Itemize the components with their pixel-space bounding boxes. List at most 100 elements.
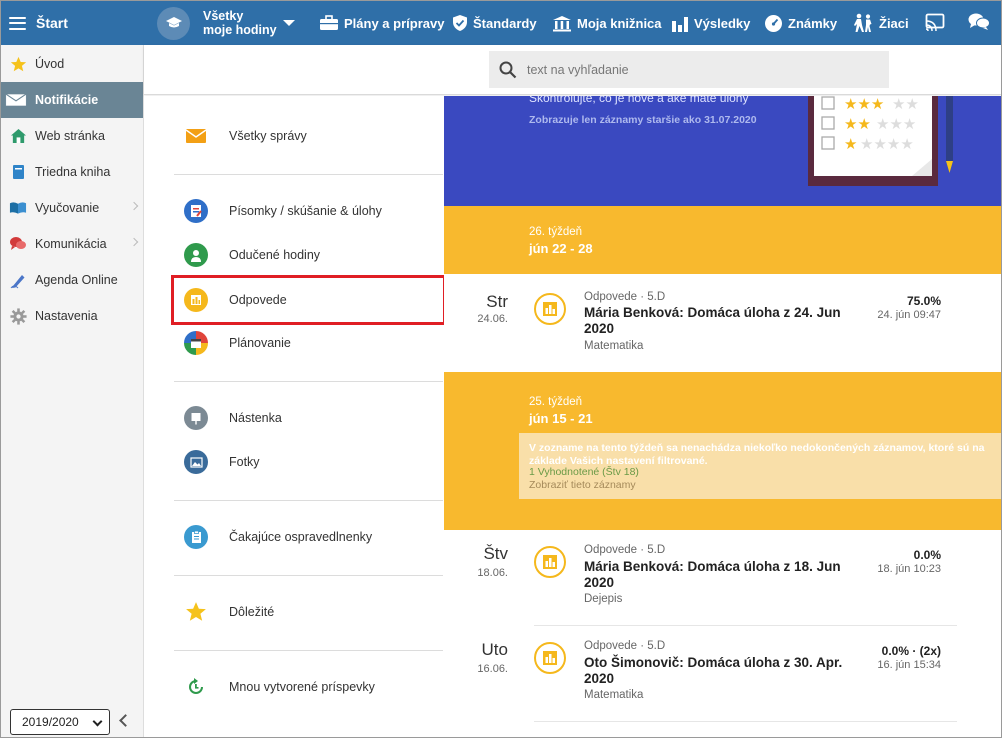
filter-all-messages[interactable]: Všetky správy [174, 114, 443, 158]
chevron-right-icon [129, 201, 139, 211]
search-icon [499, 61, 517, 78]
nav-results-label: Výsledky [694, 15, 751, 31]
course-selector[interactable]: Všetky moje hodiny [157, 5, 295, 41]
entry-title[interactable]: Mária Benková: Domáca úloha z 24. Jun 20… [584, 305, 864, 337]
entry-date: 16.06. [477, 663, 508, 675]
search-box[interactable] [489, 51, 889, 88]
students-icon [854, 13, 872, 32]
nav-students-label: Žiaci [879, 15, 909, 31]
filter-label: Písomky / skúšanie & úlohy [229, 204, 382, 218]
sidebar-item-agenda[interactable]: Agenda Online [1, 262, 143, 298]
bar-chart-icon [672, 16, 688, 32]
notification-filters: Všetky správy Písomky / skúšanie & úlohy… [144, 96, 446, 737]
entry-day: Uto [481, 640, 508, 659]
entry-title[interactable]: Mária Benková: Domáca úloha z 18. Jun 20… [584, 559, 864, 591]
chevron-right-icon [129, 237, 139, 247]
search-input[interactable] [527, 62, 867, 77]
filter-label: Čakajúce ospravedlnenky [229, 530, 373, 544]
hamburger-icon[interactable] [9, 16, 26, 30]
pen-icon [9, 271, 27, 289]
entry-title[interactable]: Oto Šimonovič: Domáca úloha z 30. Apr. 2… [584, 655, 864, 687]
filter-tests-assignments[interactable]: Písomky / skúšanie & úlohy [174, 189, 443, 233]
filtered-records-notice: V zozname na tento týždeň sa nenachádza … [519, 433, 1001, 499]
left-sidebar: Úvod Notifikácie Web stránka Triedna kni… [1, 45, 144, 737]
start-menu-button[interactable]: Štart [1, 1, 144, 45]
divider [174, 500, 443, 501]
person-icon [184, 243, 208, 267]
school-year-value: 2019/2020 [22, 715, 79, 729]
sidebar-item-uvod[interactable]: Úvod [1, 46, 143, 82]
school-year-select[interactable]: 2019/2020 [10, 709, 110, 735]
shield-icon [453, 15, 467, 31]
home-icon [9, 127, 27, 145]
filter-photos[interactable]: Fotky [174, 440, 443, 484]
collapse-sidebar-icon[interactable] [119, 714, 132, 727]
nav-results[interactable]: Výsledky [671, 1, 750, 45]
filter-label: Plánovanie [229, 336, 291, 350]
envelope-icon [184, 124, 208, 148]
sidebar-item-web[interactable]: Web stránka [1, 118, 143, 154]
assignment-icon [184, 199, 208, 223]
notification-feed: Skontrolujte, čo je nové a aké máte úloh… [444, 96, 1001, 737]
board-icon [184, 406, 208, 430]
filter-board[interactable]: Nástenka [174, 396, 443, 440]
sidebar-item-triedna-kniha[interactable]: Triedna kniha [1, 154, 143, 190]
entry-time: 18. jún 10:23 [877, 563, 941, 575]
entry-score: 0.0% [913, 548, 941, 562]
feed-entry[interactable]: Uto 16.06. Odpovede · 5.D Oto Šimonovič:… [444, 626, 1001, 722]
course-label-line2: moje hodiny [203, 23, 277, 37]
nav-students[interactable]: Žiaci [852, 1, 909, 45]
feed-entry[interactable]: Štv 18.06. Odpovede · 5.D Mária Benková:… [444, 530, 1001, 626]
filter-label: Mnou vytvorené príspevky [229, 680, 375, 694]
week-header-26: 26. týždeň jún 22 - 28 [444, 206, 1001, 274]
entry-score: 0.0% · (2x) [881, 644, 941, 658]
filter-planning[interactable]: Plánovanie [174, 321, 443, 365]
sidebar-item-label: Úvod [35, 57, 65, 71]
entry-score: 75.0% [906, 294, 941, 308]
entry-date: 24.06. [477, 313, 508, 325]
gauge-icon [765, 14, 782, 32]
filter-pending-excuses[interactable]: Čakajúce ospravedlnenky [174, 515, 443, 559]
course-label: Všetky moje hodiny [203, 9, 283, 37]
hero-text: Skontrolujte, čo je nové a aké máte úloh… [529, 96, 749, 105]
sidebar-item-vyucovanie[interactable]: Vyučovanie [1, 190, 143, 226]
feed-entry[interactable]: Str 24.06. Odpovede · 5.D Mária Benková:… [444, 274, 1001, 372]
chevron-down-icon [92, 716, 103, 727]
week-number: 26. týždeň [529, 226, 583, 238]
divider [174, 650, 443, 651]
nav-plans[interactable]: Plány a prípravy [319, 1, 444, 45]
cast-icon[interactable] [925, 12, 945, 37]
filter-taught-lessons[interactable]: Odučené hodiny [174, 233, 443, 277]
star-icon [184, 600, 208, 624]
week-number: 25. týždeň [529, 396, 583, 408]
sidebar-item-label: Triedna kniha [35, 165, 111, 179]
notice-evaluated: 1 Vyhodnotené (Štv 18) [529, 466, 639, 478]
filter-my-posts[interactable]: Mnou vytvorené príspevky [174, 665, 443, 709]
chat-icon [9, 235, 27, 253]
svg-text:★★★: ★★★ [844, 96, 884, 113]
week-header-25: 25. týždeň jún 15 - 21 V zozname na tent… [444, 372, 1001, 530]
notice-text: V zozname na tento týždeň sa nenachádza … [529, 442, 985, 467]
svg-text:★★★★: ★★★★ [860, 135, 914, 153]
filter-label: Odpovede [229, 293, 287, 307]
nav-library[interactable]: Moja knižnica [552, 1, 662, 45]
filter-answers[interactable]: Odpovede [171, 275, 446, 325]
nav-grades-label: Známky [788, 15, 838, 31]
nav-standards[interactable]: Štandardy [452, 1, 537, 45]
graduation-cap-icon [157, 6, 190, 40]
sidebar-item-nastavenia[interactable]: Nastavenia [1, 298, 143, 334]
nav-grades[interactable]: Známky [764, 1, 837, 45]
sidebar-item-notifikacie[interactable]: Notifikácie [1, 82, 143, 118]
show-records-link[interactable]: Zobraziť tieto záznamy [529, 479, 636, 491]
sidebar-item-label: Komunikácia [35, 237, 107, 251]
messages-icon[interactable] [968, 12, 990, 37]
envelope-icon [5, 91, 27, 109]
filter-important[interactable]: Dôležité [174, 590, 443, 634]
entry-time: 24. jún 09:47 [877, 309, 941, 321]
gear-icon [9, 307, 27, 325]
week-range: jún 15 - 21 [529, 411, 593, 426]
sidebar-item-komunikacia[interactable]: Komunikácia [1, 226, 143, 262]
filter-label: Dôležité [229, 605, 275, 619]
book-icon [9, 163, 27, 181]
sidebar-item-label: Notifikácie [35, 93, 99, 107]
